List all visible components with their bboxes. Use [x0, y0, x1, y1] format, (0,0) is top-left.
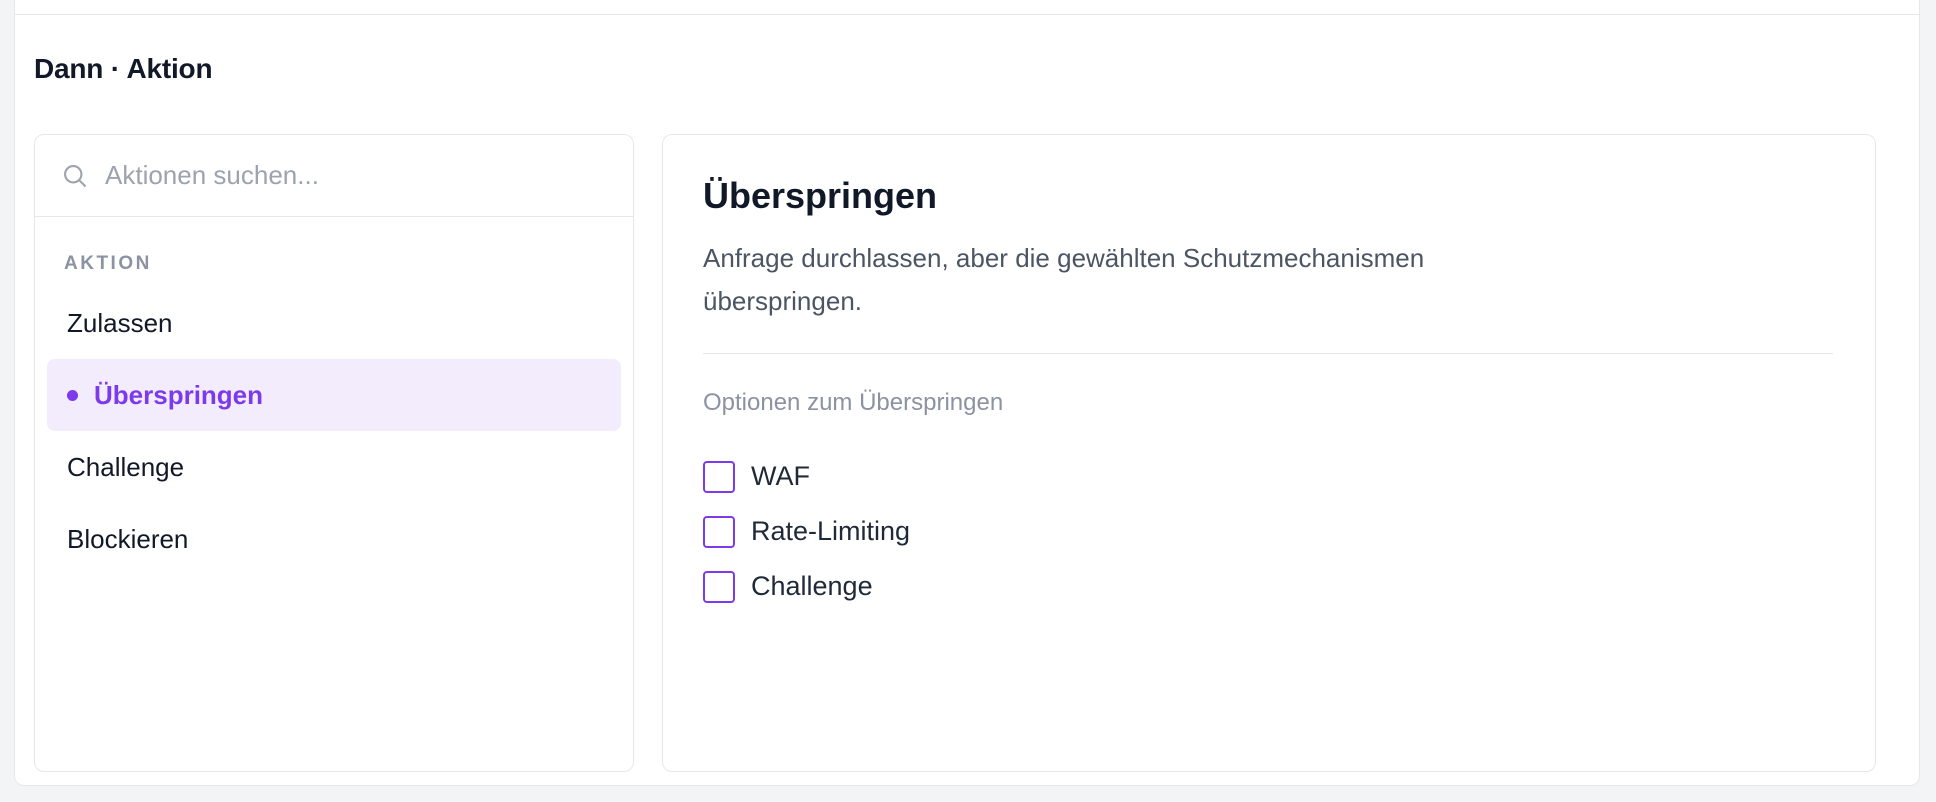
action-group-label: AKTION — [64, 253, 152, 274]
action-item-label: Überspringen — [94, 379, 264, 410]
skip-options: WAF Rate-Limiting Challenge — [703, 449, 910, 614]
action-item-zulassen[interactable]: Zulassen — [47, 287, 621, 359]
detail-title: Überspringen — [703, 175, 938, 216]
option-waf[interactable]: WAF — [703, 449, 910, 504]
checkbox-challenge[interactable] — [703, 570, 735, 603]
action-item-ueberspringen[interactable]: Überspringen — [47, 359, 621, 431]
top-divider — [15, 14, 1919, 15]
action-search-row — [35, 135, 633, 217]
action-item-label: Blockieren — [67, 523, 189, 554]
action-item-label: Challenge — [67, 451, 185, 482]
checkbox-rate-limiting[interactable] — [703, 515, 735, 548]
action-item-label: Zulassen — [67, 307, 173, 338]
action-item-challenge[interactable]: Challenge — [47, 431, 621, 503]
option-label: Challenge — [751, 571, 873, 601]
option-rate-limiting[interactable]: Rate-Limiting — [703, 504, 910, 559]
checkbox-waf[interactable] — [703, 460, 735, 493]
options-label: Optionen zum Überspringen — [703, 389, 1004, 416]
selected-dot-icon — [67, 389, 78, 401]
action-list: Zulassen Überspringen Challenge Blockier… — [35, 287, 633, 575]
search-icon — [64, 164, 86, 187]
section-title: Dann · Aktion — [34, 53, 213, 84]
action-search-input[interactable] — [105, 160, 585, 191]
detail-description: Anfrage durchlassen, aber die gewählten … — [703, 243, 1425, 316]
option-label: WAF — [751, 461, 810, 491]
action-detail-panel: Überspringen Anfrage durchlassen, aber d… — [662, 134, 1876, 772]
action-picker-panel: AKTION Zulassen Überspringen Challenge B… — [34, 134, 634, 772]
detail-divider — [703, 353, 1833, 354]
option-label: Rate-Limiting — [751, 516, 911, 546]
option-challenge[interactable]: Challenge — [703, 559, 910, 614]
action-item-blockieren[interactable]: Blockieren — [47, 503, 621, 575]
